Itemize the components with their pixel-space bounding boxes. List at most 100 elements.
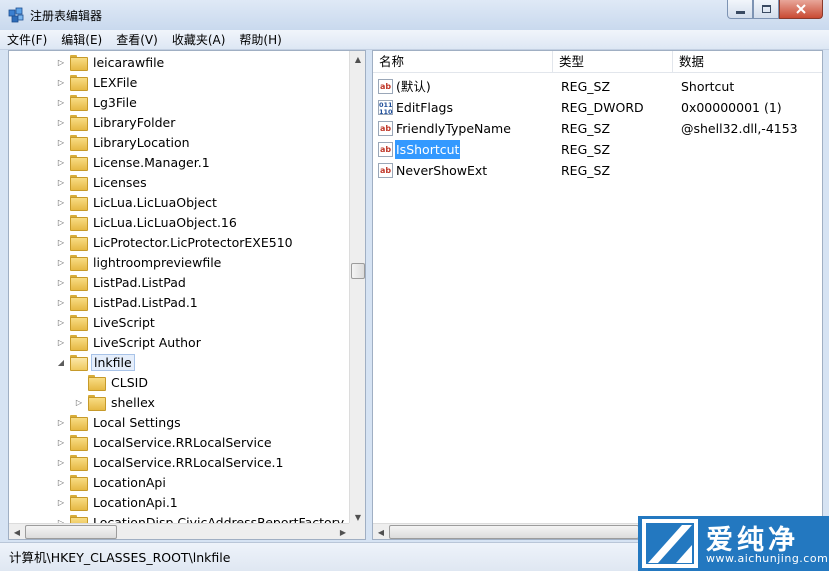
tree-item-label: LiveScript Author — [93, 334, 201, 350]
value-row[interactable]: 011 110 EditFlags REG_DWORD 0x00000001 (1) — [373, 97, 822, 118]
registry-editor-window: 注册表编辑器 文件(F) 编辑(E) 查看(V) 收藏夹(A) 帮助(H) ▷ l… — [0, 0, 829, 571]
tree-item-label: CLSID — [111, 374, 148, 390]
expand-arrow-icon[interactable]: ▷ — [56, 157, 66, 167]
expand-arrow-icon[interactable]: ▷ — [56, 57, 66, 67]
tree-item[interactable]: CLSID — [74, 372, 150, 392]
folder-icon — [70, 75, 88, 91]
menu-favorites[interactable]: 收藏夹(A) — [165, 30, 233, 49]
tree-item[interactable]: ▷ ListPad.ListPad.1 — [56, 292, 200, 312]
folder-icon — [70, 315, 88, 331]
watermark: 爱纯净 www.aichunjing.com — [638, 516, 829, 571]
status-path: 计算机\HKEY_CLASSES_ROOT\lnkfile — [9, 550, 231, 565]
tree-item[interactable]: ▷ LocalService.RRLocalService — [56, 432, 274, 452]
tree-item[interactable]: ▷ LiveScript — [56, 312, 157, 332]
tree-item[interactable]: ▷ LicLua.LicLuaObject — [56, 192, 219, 212]
tree-item-label: shellex — [111, 394, 155, 410]
tree-item-label: Local Settings — [93, 414, 181, 430]
column-header-name[interactable]: 名称 — [373, 51, 553, 73]
registry-key-tree[interactable]: ▷ leicarawfile ▷ LEXFile ▷ Lg3File ▷ LibraryFol… — [8, 50, 366, 540]
close-button[interactable] — [779, 0, 823, 19]
expand-arrow-icon[interactable]: ▷ — [56, 277, 66, 287]
expand-arrow-icon[interactable]: ▷ — [56, 317, 66, 327]
menu-edit[interactable]: 编辑(E) — [54, 30, 109, 49]
tree-item[interactable]: ▷ LicProtector.LicProtectorEXE510 — [56, 232, 295, 252]
expand-arrow-icon[interactable]: ▷ — [56, 117, 66, 127]
column-header-type[interactable]: 类型 — [553, 51, 673, 73]
tree-item-label: LicLua.LicLuaObject — [93, 194, 217, 210]
menu-file[interactable]: 文件(F) — [0, 30, 54, 49]
column-header-data[interactable]: 数据 — [673, 51, 822, 73]
tree-item[interactable]: ▷ leicarawfile — [56, 52, 166, 72]
tree-item[interactable]: ▷ LocalService.RRLocalService.1 — [56, 452, 285, 472]
scroll-up-arrow-icon[interactable]: ▲ — [350, 51, 365, 67]
expand-arrow-icon[interactable]: ▷ — [56, 417, 66, 427]
tree-horizontal-scrollbar[interactable]: ◀ ▶ — [9, 523, 351, 539]
value-name: IsShortcut — [395, 140, 461, 159]
expand-arrow-icon[interactable]: ▷ — [56, 497, 66, 507]
minimize-button[interactable] — [727, 0, 753, 19]
expand-arrow-icon[interactable]: ▷ — [56, 437, 66, 447]
tree-vertical-scrollbar[interactable]: ▲ ▼ — [349, 51, 365, 525]
tree-item[interactable]: ▷ LibraryLocation — [56, 132, 192, 152]
minimize-icon — [735, 10, 745, 14]
expand-arrow-icon[interactable]: ▷ — [56, 217, 66, 227]
maximize-button[interactable] — [753, 0, 779, 19]
expand-arrow-icon[interactable]: ▷ — [56, 137, 66, 147]
menu-view[interactable]: 查看(V) — [109, 30, 165, 49]
tree-item-label: LicLua.LicLuaObject.16 — [93, 214, 237, 230]
collapse-arrow-icon[interactable]: ◢ — [56, 357, 66, 367]
scroll-left-arrow-icon[interactable]: ◀ — [9, 524, 25, 539]
tree-item-label: LocalService.RRLocalService — [93, 434, 272, 450]
tree-item-label: License.Manager.1 — [93, 154, 210, 170]
folder-icon — [70, 195, 88, 211]
tree-item-label: LocationApi.1 — [93, 494, 178, 510]
value-row[interactable]: ab IsShortcut REG_SZ — [373, 139, 822, 160]
value-name: EditFlags — [396, 100, 453, 115]
list-scroll-left-arrow-icon[interactable]: ◀ — [373, 524, 389, 539]
expand-arrow-icon[interactable]: ▷ — [56, 477, 66, 487]
tree-item-label: lnkfile — [91, 353, 135, 371]
value-row[interactable]: ab NeverShowExt REG_SZ — [373, 160, 822, 181]
expand-arrow-icon[interactable]: ▷ — [56, 177, 66, 187]
value-row[interactable]: ab FriendlyTypeName REG_SZ @shell32.dll,-41… — [373, 118, 822, 139]
expand-arrow-icon[interactable]: ▷ — [56, 297, 66, 307]
expand-arrow-icon[interactable]: ▷ — [74, 397, 84, 407]
tree-item[interactable]: ▷ Local Settings — [56, 412, 183, 432]
value-type: REG_SZ — [561, 79, 611, 94]
value-name: FriendlyTypeName — [396, 121, 511, 136]
tree-item[interactable]: ▷ Licenses — [56, 172, 149, 192]
folder-icon — [70, 235, 88, 251]
tree-item[interactable]: ▷ LocationApi.1 — [56, 492, 180, 512]
expand-arrow-icon[interactable]: ▷ — [56, 97, 66, 107]
menu-help[interactable]: 帮助(H) — [232, 30, 288, 49]
tree-item[interactable]: ▷ shellex — [74, 392, 157, 412]
tree-item[interactable]: ▷ LibraryFolder — [56, 112, 177, 132]
window-title: 注册表编辑器 — [30, 9, 103, 23]
folder-icon — [70, 475, 88, 491]
expand-arrow-icon[interactable]: ▷ — [56, 337, 66, 347]
tree-item[interactable]: ▷ LocationApi — [56, 472, 168, 492]
folder-icon — [70, 135, 88, 151]
title-bar[interactable]: 注册表编辑器 — [0, 0, 829, 30]
expand-arrow-icon[interactable]: ▷ — [56, 77, 66, 87]
tree-horizontal-scroll-thumb[interactable] — [25, 525, 117, 539]
tree-vertical-scroll-thumb[interactable] — [351, 263, 365, 279]
tree-item[interactable]: ▷ LiveScript Author — [56, 332, 203, 352]
tree-item[interactable]: ▷ LicLua.LicLuaObject.16 — [56, 212, 239, 232]
tree-item[interactable]: ▷ Lg3File — [56, 92, 139, 112]
value-row[interactable]: ab (默认) REG_SZ Shortcut — [373, 76, 822, 97]
expand-arrow-icon[interactable]: ▷ — [56, 197, 66, 207]
expand-arrow-icon[interactable]: ▷ — [56, 237, 66, 247]
expand-arrow-icon[interactable]: ▷ — [56, 457, 66, 467]
expand-arrow-icon[interactable]: ▷ — [56, 257, 66, 267]
list-horizontal-scroll-thumb[interactable] — [389, 525, 639, 539]
tree-item[interactable]: ◢ lnkfile — [56, 352, 135, 372]
folder-icon — [70, 215, 88, 231]
folder-icon — [70, 295, 88, 311]
tree-item[interactable]: ▷ LEXFile — [56, 72, 139, 92]
tree-item[interactable]: ▷ License.Manager.1 — [56, 152, 212, 172]
tree-item[interactable]: ▷ lightroompreviewfile — [56, 252, 223, 272]
registry-values-list[interactable]: 名称 类型 数据 ab (默认) REG_SZ Shortcut 011 110 EditF… — [372, 50, 823, 540]
tree-item[interactable]: ▷ ListPad.ListPad — [56, 272, 188, 292]
